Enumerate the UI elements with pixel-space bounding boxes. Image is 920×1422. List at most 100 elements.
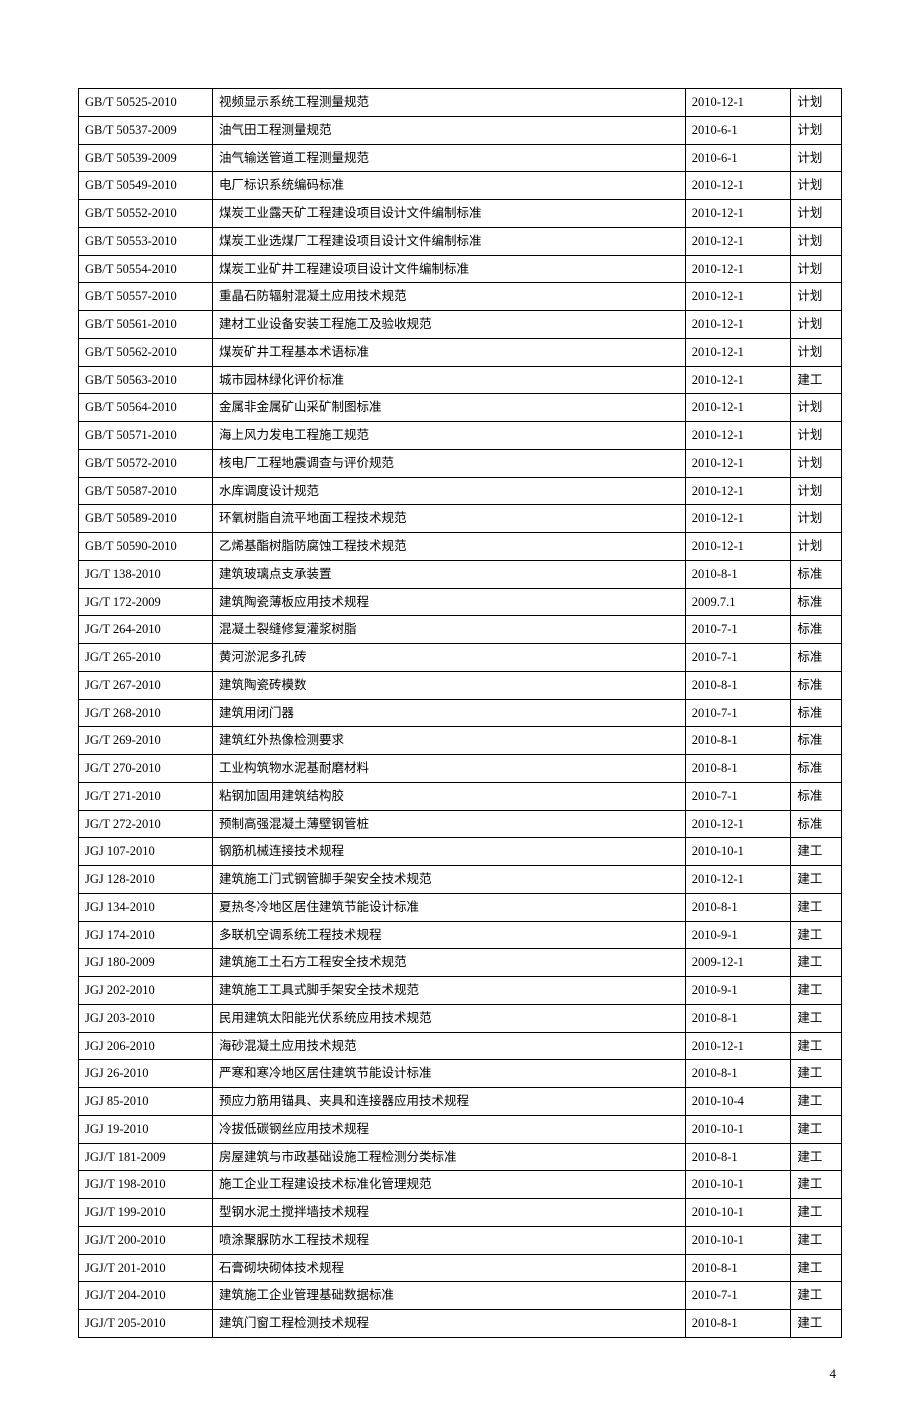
cell-name: 重晶石防辐射混凝土应用技术规范 — [213, 283, 686, 311]
cell-code: GB/T 50561-2010 — [79, 311, 213, 339]
table-row: GB/T 50562-2010煤炭矿井工程基本术语标准2010-12-1计划 — [79, 338, 842, 366]
cell-date: 2010-7-1 — [685, 1282, 791, 1310]
cell-cat: 计划 — [791, 338, 842, 366]
cell-name: 建筑施工企业管理基础数据标准 — [213, 1282, 686, 1310]
cell-date: 2010-8-1 — [685, 671, 791, 699]
cell-name: 混凝土裂缝修复灌浆树脂 — [213, 616, 686, 644]
cell-name: 水库调度设计规范 — [213, 477, 686, 505]
page-number: 4 — [78, 1338, 842, 1382]
cell-code: JG/T 272-2010 — [79, 810, 213, 838]
cell-date: 2010-8-1 — [685, 893, 791, 921]
cell-name: 核电厂工程地震调查与评价规范 — [213, 449, 686, 477]
cell-cat: 标准 — [791, 755, 842, 783]
standards-table: GB/T 50525-2010视频显示系统工程测量规范2010-12-1计划GB… — [78, 88, 842, 1338]
cell-code: JGJ 180-2009 — [79, 949, 213, 977]
table-row: JGJ 26-2010严寒和寒冷地区居住建筑节能设计标准2010-8-1建工 — [79, 1060, 842, 1088]
cell-date: 2010-10-1 — [685, 1115, 791, 1143]
cell-cat: 建工 — [791, 977, 842, 1005]
cell-cat: 计划 — [791, 533, 842, 561]
cell-cat: 计划 — [791, 311, 842, 339]
cell-name: 建筑施工土石方工程安全技术规范 — [213, 949, 686, 977]
cell-cat: 建工 — [791, 1032, 842, 1060]
cell-cat: 建工 — [791, 1004, 842, 1032]
cell-code: JG/T 267-2010 — [79, 671, 213, 699]
cell-name: 房屋建筑与市政基础设施工程检测分类标准 — [213, 1143, 686, 1171]
cell-date: 2010-12-1 — [685, 533, 791, 561]
cell-code: JGJ 26-2010 — [79, 1060, 213, 1088]
table-row: JGJ 203-2010民用建筑太阳能光伏系统应用技术规范2010-8-1建工 — [79, 1004, 842, 1032]
table-row: GB/T 50561-2010建材工业设备安装工程施工及验收规范2010-12-… — [79, 311, 842, 339]
cell-name: 钢筋机械连接技术规程 — [213, 838, 686, 866]
cell-code: JG/T 268-2010 — [79, 699, 213, 727]
cell-cat: 建工 — [791, 1060, 842, 1088]
cell-code: GB/T 50557-2010 — [79, 283, 213, 311]
table-row: GB/T 50554-2010煤炭工业矿井工程建设项目设计文件编制标准2010-… — [79, 255, 842, 283]
cell-cat: 建工 — [791, 1115, 842, 1143]
table-row: JGJ/T 205-2010建筑门窗工程检测技术规程2010-8-1建工 — [79, 1310, 842, 1338]
cell-code: JGJ 85-2010 — [79, 1088, 213, 1116]
table-row: JG/T 270-2010工业构筑物水泥基耐磨材料2010-8-1标准 — [79, 755, 842, 783]
cell-cat: 计划 — [791, 477, 842, 505]
cell-cat: 标准 — [791, 588, 842, 616]
cell-name: 预应力筋用锚具、夹具和连接器应用技术规程 — [213, 1088, 686, 1116]
cell-cat: 建工 — [791, 866, 842, 894]
cell-cat: 建工 — [791, 1226, 842, 1254]
table-row: JGJ 174-2010多联机空调系统工程技术规程2010-9-1建工 — [79, 921, 842, 949]
cell-date: 2010-8-1 — [685, 755, 791, 783]
cell-name: 建材工业设备安装工程施工及验收规范 — [213, 311, 686, 339]
cell-code: GB/T 50552-2010 — [79, 200, 213, 228]
cell-date: 2010-10-1 — [685, 1199, 791, 1227]
cell-date: 2010-12-1 — [685, 810, 791, 838]
table-row: JGJ 19-2010冷拔低碳钢丝应用技术规程2010-10-1建工 — [79, 1115, 842, 1143]
cell-name: 多联机空调系统工程技术规程 — [213, 921, 686, 949]
table-row: GB/T 50587-2010水库调度设计规范2010-12-1计划 — [79, 477, 842, 505]
table-row: GB/T 50564-2010金属非金属矿山采矿制图标准2010-12-1计划 — [79, 394, 842, 422]
cell-name: 海上风力发电工程施工规范 — [213, 422, 686, 450]
cell-code: GB/T 50539-2009 — [79, 144, 213, 172]
cell-code: GB/T 50554-2010 — [79, 255, 213, 283]
cell-cat: 计划 — [791, 172, 842, 200]
cell-cat: 计划 — [791, 227, 842, 255]
cell-date: 2010-12-1 — [685, 172, 791, 200]
cell-date: 2010-6-1 — [685, 144, 791, 172]
cell-name: 乙烯基酯树脂防腐蚀工程技术规范 — [213, 533, 686, 561]
table-row: JG/T 272-2010预制高强混凝土薄壁钢管桩2010-12-1标准 — [79, 810, 842, 838]
cell-cat: 建工 — [791, 893, 842, 921]
table-row: JG/T 271-2010粘钢加固用建筑结构胶2010-7-1标准 — [79, 782, 842, 810]
cell-date: 2010-12-1 — [685, 366, 791, 394]
table-row: GB/T 50572-2010核电厂工程地震调查与评价规范2010-12-1计划 — [79, 449, 842, 477]
cell-code: GB/T 50525-2010 — [79, 89, 213, 117]
cell-date: 2010-9-1 — [685, 977, 791, 1005]
cell-date: 2010-8-1 — [685, 560, 791, 588]
cell-name: 石膏砌块砌体技术规程 — [213, 1254, 686, 1282]
cell-name: 煤炭工业选煤厂工程建设项目设计文件编制标准 — [213, 227, 686, 255]
cell-code: JGJ 202-2010 — [79, 977, 213, 1005]
cell-cat: 建工 — [791, 838, 842, 866]
cell-cat: 建工 — [791, 1254, 842, 1282]
cell-name: 建筑陶瓷砖模数 — [213, 671, 686, 699]
cell-name: 粘钢加固用建筑结构胶 — [213, 782, 686, 810]
cell-date: 2010-8-1 — [685, 1004, 791, 1032]
cell-cat: 建工 — [791, 949, 842, 977]
cell-date: 2010-10-4 — [685, 1088, 791, 1116]
cell-date: 2010-12-1 — [685, 89, 791, 117]
cell-code: GB/T 50564-2010 — [79, 394, 213, 422]
cell-code: GB/T 50553-2010 — [79, 227, 213, 255]
cell-code: GB/T 50590-2010 — [79, 533, 213, 561]
table-row: JG/T 268-2010建筑用闭门器2010-7-1标准 — [79, 699, 842, 727]
cell-name: 海砂混凝土应用技术规范 — [213, 1032, 686, 1060]
cell-code: GB/T 50549-2010 — [79, 172, 213, 200]
cell-code: GB/T 50587-2010 — [79, 477, 213, 505]
cell-name: 煤炭工业矿井工程建设项目设计文件编制标准 — [213, 255, 686, 283]
cell-code: JG/T 264-2010 — [79, 616, 213, 644]
cell-code: JGJ 203-2010 — [79, 1004, 213, 1032]
cell-cat: 计划 — [791, 116, 842, 144]
table-row: GB/T 50552-2010煤炭工业露天矿工程建设项目设计文件编制标准2010… — [79, 200, 842, 228]
cell-name: 电厂标识系统编码标准 — [213, 172, 686, 200]
cell-cat: 标准 — [791, 810, 842, 838]
cell-name: 预制高强混凝土薄壁钢管桩 — [213, 810, 686, 838]
cell-cat: 计划 — [791, 394, 842, 422]
cell-name: 建筑门窗工程检测技术规程 — [213, 1310, 686, 1338]
cell-cat: 标准 — [791, 644, 842, 672]
table-row: GB/T 50553-2010煤炭工业选煤厂工程建设项目设计文件编制标准2010… — [79, 227, 842, 255]
